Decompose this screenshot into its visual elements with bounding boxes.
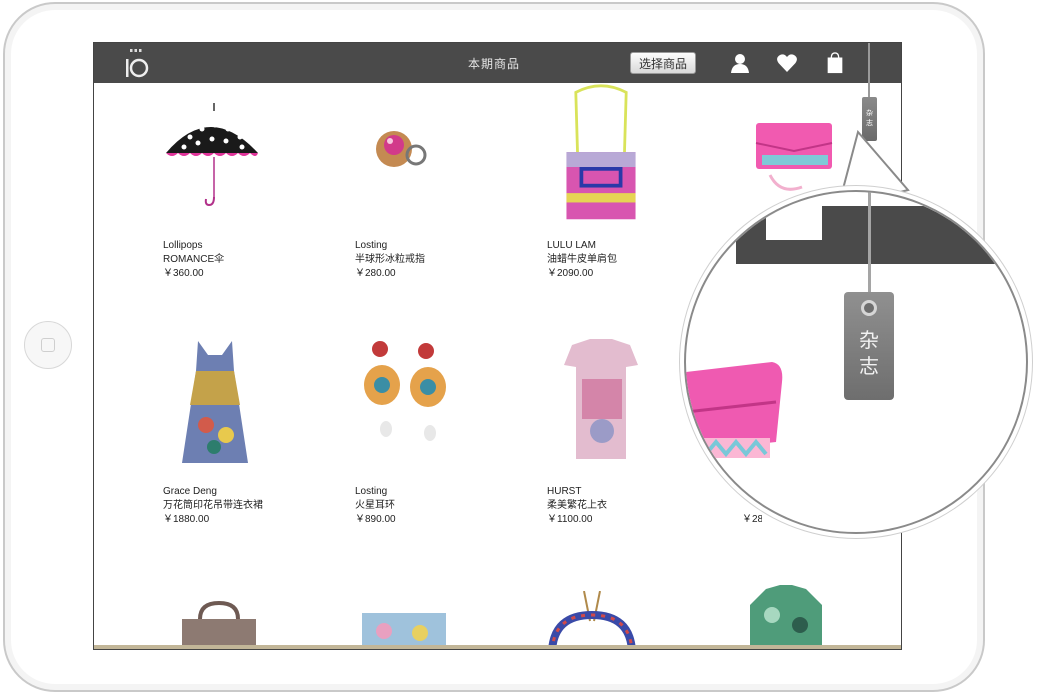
zoom-clutch-detail bbox=[686, 362, 783, 458]
product-price: ￥280.00 bbox=[355, 268, 396, 279]
product-card[interactable] bbox=[160, 335, 330, 480]
top-bar: 本期商品 选择商品 bbox=[94, 43, 901, 83]
product-name: 柔美繁花上衣 bbox=[547, 500, 607, 511]
zoom-button-detail bbox=[766, 206, 822, 240]
product-brand: Losting bbox=[355, 486, 388, 497]
zoom-callout: 杂 志 bbox=[684, 190, 1028, 534]
product-image-bag bbox=[566, 84, 636, 220]
logo-icon[interactable] bbox=[122, 47, 150, 79]
zoom-tag-string bbox=[868, 192, 871, 292]
product-name: 半球形冰粒戒指 bbox=[355, 254, 425, 265]
heart-icon[interactable] bbox=[776, 52, 798, 74]
magazine-tag-large[interactable]: 杂 志 bbox=[844, 292, 894, 400]
product-info: Lollipops ROMANCE伞 ￥360.00 bbox=[163, 239, 333, 281]
product-price: ￥1100.00 bbox=[547, 514, 593, 525]
product-image-top bbox=[564, 339, 638, 459]
product-image-handbag bbox=[182, 600, 256, 649]
product-brand: HURST bbox=[547, 486, 582, 497]
product-name: 火星耳环 bbox=[355, 500, 395, 511]
product-card[interactable] bbox=[352, 335, 522, 480]
tag-eyelet bbox=[861, 300, 877, 316]
product-info-partial: ￥28 bbox=[742, 513, 762, 527]
product-image-necklace bbox=[548, 591, 636, 649]
product-name: ROMANCE伞 bbox=[163, 254, 225, 265]
product-price: ￥890.00 bbox=[355, 514, 396, 525]
product-info: Losting 火星耳环 ￥890.00 bbox=[355, 485, 525, 527]
product-info: Grace Deng 万花筒印花吊带连衣裙 ￥1880.00 bbox=[163, 485, 333, 527]
select-products-button[interactable]: 选择商品 bbox=[630, 52, 696, 74]
product-brand: LULU LAM bbox=[547, 240, 596, 251]
product-image-dress bbox=[182, 341, 248, 463]
big-tag-char-2: 志 bbox=[859, 356, 879, 378]
product-image-ring bbox=[376, 131, 427, 167]
shopping-bag-icon[interactable] bbox=[824, 52, 846, 74]
product-image-umbrella bbox=[166, 103, 258, 207]
product-card[interactable] bbox=[354, 93, 524, 238]
product-card[interactable] bbox=[160, 93, 330, 238]
product-price: ￥2090.00 bbox=[547, 268, 594, 279]
product-price: ￥28 bbox=[742, 514, 762, 525]
product-info: LULU LAM 油蜡牛皮单肩包 ￥2090.00 bbox=[547, 239, 717, 281]
home-button[interactable] bbox=[24, 321, 72, 369]
product-name: 油蜡牛皮单肩包 bbox=[547, 254, 617, 265]
product-info: Losting 半球形冰粒戒指 ￥280.00 bbox=[355, 239, 525, 281]
bottom-shelf-strip bbox=[94, 645, 901, 649]
product-brand: Losting bbox=[355, 240, 388, 251]
tag-string bbox=[868, 43, 870, 99]
product-brand: Lollipops bbox=[163, 240, 203, 251]
product-brand: Grace Deng bbox=[163, 486, 217, 497]
product-price: ￥360.00 bbox=[163, 268, 204, 279]
product-name: 万花筒印花吊带连衣裙 bbox=[163, 500, 263, 511]
product-info: HURST 柔美繁花上衣 ￥1100.00 bbox=[547, 485, 717, 527]
big-tag-char-1: 杂 bbox=[859, 330, 879, 352]
user-icon[interactable] bbox=[729, 52, 751, 74]
product-image-earrings bbox=[364, 341, 446, 441]
product-card[interactable] bbox=[546, 83, 716, 228]
product-price: ￥1880.00 bbox=[163, 514, 210, 525]
home-square-icon bbox=[41, 338, 55, 352]
product-image-shorts bbox=[362, 613, 446, 649]
product-image-shirt bbox=[750, 585, 822, 649]
page-title: 本期商品 bbox=[468, 57, 521, 71]
